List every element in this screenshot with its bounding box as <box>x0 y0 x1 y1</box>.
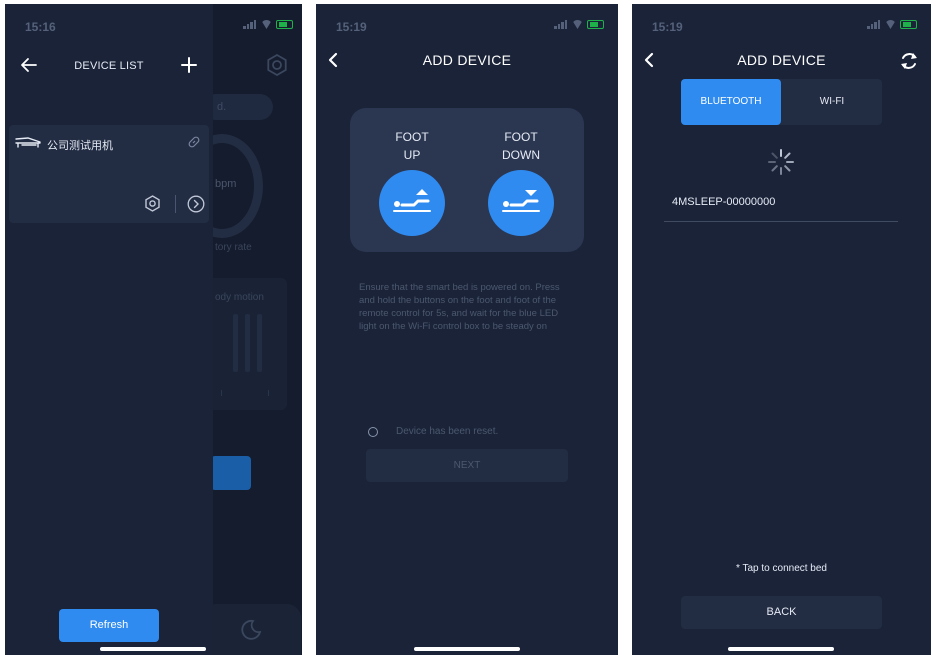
foot-up-label: FOOT UP <box>377 128 447 164</box>
tab-wifi[interactable]: WI-FI <box>782 79 882 125</box>
rescan-icon[interactable] <box>899 51 919 71</box>
respiratory-rate-label: tory rate <box>215 242 252 253</box>
battery-icon <box>900 20 917 29</box>
next-button[interactable]: NEXT <box>366 449 568 482</box>
tab-bluetooth[interactable]: BLUETOOTH <box>681 79 781 125</box>
sleep-tab <box>203 604 301 655</box>
foot-up-label-line1: FOOT <box>395 130 429 144</box>
reset-confirm-radio[interactable] <box>368 427 378 437</box>
home-indicator <box>728 647 834 651</box>
loading-spinner-icon <box>765 146 797 178</box>
discovered-device-item[interactable]: 4MSLEEP-00000000 <box>664 189 898 222</box>
body-motion-label: ody motion <box>215 292 264 303</box>
foot-down-label-line2: DOWN <box>502 148 540 162</box>
chevron-right-icon[interactable] <box>187 195 205 213</box>
wifi-icon <box>261 20 272 29</box>
foot-down-label-line1: FOOT <box>504 130 538 144</box>
status-bar: 15:19 <box>632 4 931 38</box>
status-icons <box>554 20 604 29</box>
add-device-icon[interactable] <box>180 56 198 74</box>
motion-bar <box>233 314 238 372</box>
page-title: ADD DEVICE <box>737 52 826 68</box>
device-settings-icon[interactable] <box>144 195 161 212</box>
foot-down-icon <box>502 190 540 212</box>
reset-confirm-label[interactable]: Device has been reset. <box>396 426 498 437</box>
signal-icon <box>554 20 568 29</box>
device-list-screen: d. bpm tory rate ody motion 15:16 DEVICE… <box>5 4 302 655</box>
foot-up-icon <box>393 189 431 212</box>
bed-icon <box>14 135 42 149</box>
device-list-drawer: 15:16 DEVICE LIST 公司测试用机 Refresh <box>5 4 293 655</box>
page-title: ADD DEVICE <box>422 52 512 68</box>
connection-type-tabs: BLUETOOTH WI-FI <box>681 79 882 125</box>
foot-down-label: FOOT DOWN <box>486 128 556 164</box>
background-button <box>211 456 251 490</box>
back-button[interactable]: BACK <box>681 596 882 629</box>
status-time: 15:19 <box>336 20 367 34</box>
status-icons <box>243 20 293 29</box>
home-indicator <box>100 647 206 651</box>
motion-bar <box>245 314 250 372</box>
reset-instructions: Ensure that the smart bed is powered on.… <box>359 282 560 332</box>
device-card[interactable]: 公司测试用机 <box>9 125 209 223</box>
battery-icon <box>587 20 604 29</box>
signal-icon <box>867 20 881 29</box>
refresh-button[interactable]: Refresh <box>59 609 159 642</box>
motion-axis <box>221 390 269 396</box>
remote-buttons-panel: FOOT UP FOOT DOWN <box>350 108 584 252</box>
connect-hint: * Tap to connect bed <box>736 563 827 574</box>
add-device-bluetooth-screen: 15:19 ADD DEVICE BLUETOOTH WI-FI 4MSLEEP… <box>632 4 931 655</box>
background-status-pill: d. <box>203 94 273 120</box>
wifi-icon <box>885 20 896 29</box>
status-bar: 15:16 <box>5 4 293 38</box>
bpm-unit: bpm <box>215 178 237 190</box>
home-indicator <box>414 647 520 651</box>
divider <box>175 195 176 213</box>
add-device-reset-screen: 15:19 ADD DEVICE FOOT UP FOOT DOWN Ensur… <box>316 4 618 655</box>
foot-up-button-illustration <box>379 170 445 236</box>
wifi-icon <box>572 20 583 29</box>
settings-gear-icon[interactable] <box>266 53 288 77</box>
signal-icon <box>243 20 257 29</box>
status-time: 15:19 <box>652 20 683 34</box>
link-icon[interactable] <box>187 135 201 149</box>
body-motion-card: ody motion <box>209 278 287 410</box>
moon-icon <box>241 619 262 640</box>
device-name: 公司测试用机 <box>47 140 113 152</box>
foot-down-button-illustration <box>488 170 554 236</box>
status-bar: 15:19 <box>316 4 618 38</box>
status-time: 15:16 <box>25 20 56 34</box>
motion-bar <box>257 314 262 372</box>
status-icons <box>867 20 917 29</box>
foot-up-label-line2: UP <box>403 148 421 162</box>
battery-icon <box>276 20 293 29</box>
